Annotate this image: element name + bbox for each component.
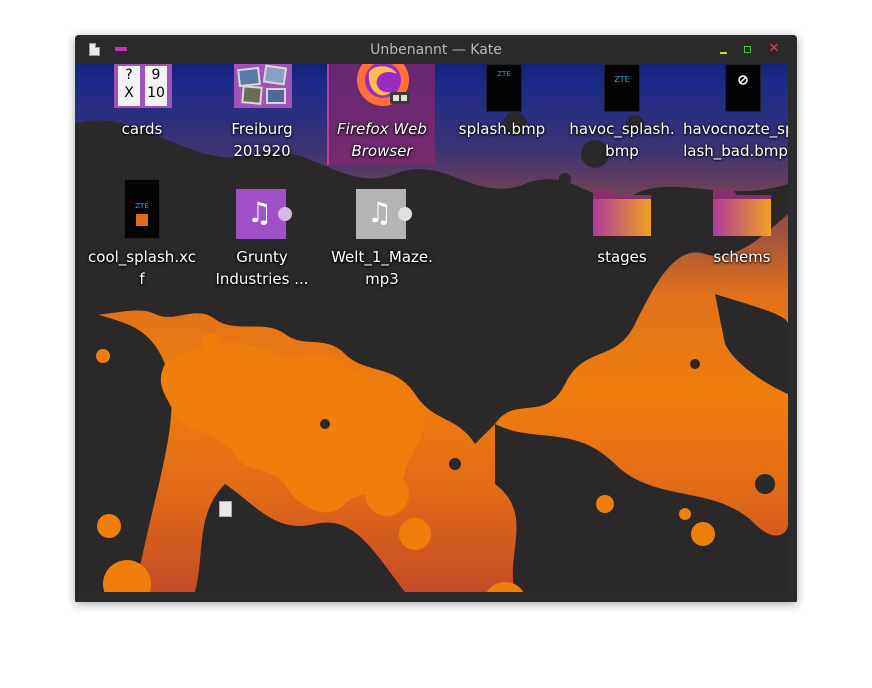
desktop-icon-label: Freiburg 201920 [231,120,293,160]
maximize-button[interactable] [740,42,754,56]
phone-splash-icon [725,64,761,112]
desktop-icon-label: havoc_splash. bmp [569,120,675,160]
title-bar[interactable]: Unbenannt — Kate ✕ [75,35,797,64]
phone-splash-icon: ZTE [124,179,160,239]
desktop-icon-label: cool_splash.xc f [88,248,196,288]
music-note-icon: ♫ [247,196,273,229]
kate-window: Unbenannt — Kate ✕ ? X 9 10 cards Freibu… [75,35,797,602]
desktop-icon-label: splash.bmp [458,120,546,138]
music-file-icon: ♫ [236,189,292,239]
desktop-icon-cool-splash[interactable]: ZTE cool_splash.xc f [83,179,201,289]
music-file-icon: ♫ [356,189,412,239]
folder-icon [593,190,651,236]
desktop-icon-firefox[interactable]: Firefox Web Browser [327,64,435,165]
small-document-icon[interactable] [219,501,232,517]
desktop-icon-havoc-splash[interactable]: ZTE havoc_splash. bmp [563,64,681,160]
card-text-x: X [124,85,134,101]
desktop-icon-grunty[interactable]: ♫ Grunty Industries ... [203,189,321,289]
desktop-icon-label: Grunty Industries ... [215,248,309,288]
close-button[interactable]: ✕ [767,42,781,56]
no-sign-icon [738,75,748,85]
desktop-icon-label: Welt_1_Maze. mp3 [331,248,433,288]
desktop-icon-label: schems [713,248,771,266]
scrollbar-track[interactable] [788,64,797,592]
desktop-icon-freiburg[interactable]: Freiburg 201920 [203,64,321,160]
desktop-area: ? X 9 10 cards Freiburg 201920 Firefox W… [75,64,788,592]
card-text-nine: 9 [151,67,161,83]
screen-text: ZTE [135,202,149,210]
mascot-icon [136,214,148,226]
phone-splash-icon: ZTE [604,64,640,112]
desktop-icon-welt-maze[interactable]: ♫ Welt_1_Maze. mp3 [323,189,441,289]
firefox-icon [357,64,410,106]
window-title: Unbenannt — Kate [370,42,502,58]
desktop-icon-label: cards [121,120,163,138]
music-note-icon: ♫ [367,196,393,229]
phone-splash-icon: ZTE [486,64,522,112]
photo-album-icon [234,64,292,108]
screen-text: ZTE [497,70,511,78]
desktop-icon-label: stages [597,248,647,266]
desktop-icon-havocnozte[interactable]: havocnozte_sp lash_bad.bmp [683,64,788,160]
desktop-icon-cards[interactable]: ? X 9 10 cards [83,64,201,160]
folder-icon [713,190,771,236]
card-text-ten: 10 [147,85,165,101]
card-text-question: ? [125,67,133,83]
desktop-icon-label: havocnozte_sp lash_bad.bmp [683,120,788,160]
desktop-icon-stages[interactable]: stages [563,186,681,286]
minimize-button[interactable] [716,42,730,56]
desktop-icon-schems[interactable]: schems [683,186,788,286]
screen-text: ZTE [614,75,630,84]
desktop-icon-splash-bmp[interactable]: ZTE splash.bmp [443,64,561,160]
status-bar [75,592,797,602]
desktop-icon-label: Firefox Web Browser [337,120,427,160]
